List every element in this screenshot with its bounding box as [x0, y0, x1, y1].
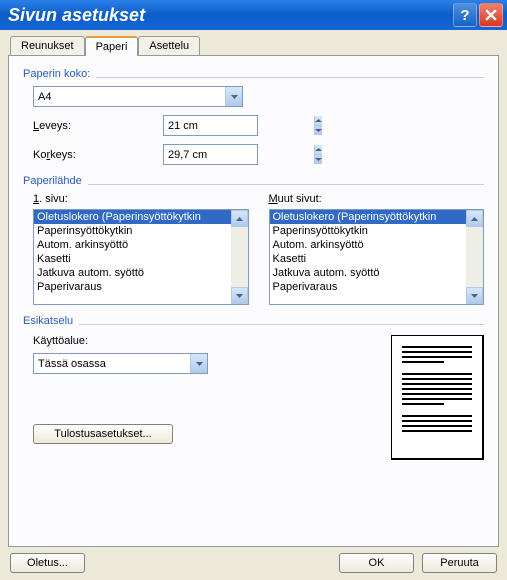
width-spin-up[interactable] — [315, 116, 322, 126]
help-icon: ? — [460, 7, 469, 24]
first-page-listbox[interactable]: Oletuslokero (PaperinsyöttökytkinPaperin… — [33, 209, 249, 305]
scroll-up-icon[interactable] — [231, 210, 248, 227]
list-item[interactable]: Paperivaraus — [270, 280, 467, 294]
width-value[interactable] — [164, 120, 314, 132]
tab-paper[interactable]: Paperi — [85, 36, 139, 56]
preview-page-icon — [391, 335, 484, 460]
other-pages-label: Muut sivut:Muut sivut: — [269, 193, 485, 205]
help-button[interactable]: ? — [453, 3, 477, 27]
scroll-down-icon[interactable] — [231, 287, 248, 304]
paper-size-group: Paperin koko: LLeveys:eveys: — [23, 68, 484, 165]
chevron-down-icon[interactable] — [225, 87, 242, 106]
list-item[interactable]: Paperivaraus — [34, 280, 231, 294]
scope-label: Käyttöalue:Käyttöalue: — [33, 335, 371, 347]
scroll-down-icon[interactable] — [466, 287, 483, 304]
list-item[interactable]: Paperinsyöttökytkin — [270, 224, 467, 238]
window-title: Sivun asetukset — [8, 5, 451, 26]
list-item[interactable]: Paperinsyöttökytkin — [34, 224, 231, 238]
titlebar: Sivun asetukset ? — [0, 0, 507, 30]
list-item[interactable]: Oletuslokero (Paperinsyöttökytkin — [270, 210, 467, 224]
paper-source-label: Paperilähde — [23, 175, 82, 187]
tabs: Reunukset Paperi Asettelu — [10, 36, 499, 55]
preview-label: Esikatselu — [23, 315, 73, 327]
scope-combo[interactable] — [33, 353, 208, 374]
close-icon — [485, 9, 497, 21]
ok-button[interactable]: OK — [339, 553, 414, 573]
default-button[interactable]: Oletus... — [10, 553, 85, 573]
close-button[interactable] — [479, 3, 503, 27]
other-pages-listbox[interactable]: Oletuslokero (PaperinsyöttökytkinPaperin… — [269, 209, 485, 305]
height-value[interactable] — [164, 149, 314, 161]
list-item[interactable]: Autom. arkinsyöttö — [270, 238, 467, 252]
width-spin[interactable] — [163, 115, 258, 136]
dialog-buttons: Oletus... OK Peruuta — [10, 553, 497, 573]
height-spin-down[interactable] — [315, 155, 322, 164]
list-item[interactable]: Kasetti — [270, 252, 467, 266]
paper-size-value[interactable] — [34, 91, 225, 103]
paper-size-combo[interactable] — [33, 86, 243, 107]
list-item[interactable]: Kasetti — [34, 252, 231, 266]
preview-group: Esikatselu Käyttöalue:Käyttöalue: Tulost… — [23, 315, 484, 460]
width-spin-down[interactable] — [315, 126, 322, 135]
tab-pane: Paperin koko: LLeveys:eveys: — [8, 55, 499, 547]
tab-layout[interactable]: Asettelu — [138, 36, 200, 55]
scrollbar[interactable] — [231, 210, 248, 304]
list-item[interactable]: Autom. arkinsyöttö — [34, 238, 231, 252]
paper-size-label: Paperin koko: — [23, 68, 90, 80]
first-page-label: 1. sivu:1. sivu: — [33, 193, 249, 205]
scroll-up-icon[interactable] — [466, 210, 483, 227]
tab-margins[interactable]: Reunukset — [10, 36, 85, 55]
list-item[interactable]: Oletuslokero (Paperinsyöttökytkin — [34, 210, 231, 224]
cancel-button[interactable]: Peruuta — [422, 553, 497, 573]
list-item[interactable]: Jatkuva autom. syöttö — [34, 266, 231, 280]
paper-source-group: Paperilähde 1. sivu:1. sivu: Oletusloker… — [23, 175, 484, 305]
height-spin[interactable] — [163, 144, 258, 165]
chevron-down-icon[interactable] — [190, 354, 207, 373]
scrollbar[interactable] — [466, 210, 483, 304]
print-settings-button[interactable]: Tulostusasetukset... — [33, 424, 173, 444]
height-label: Korkeys:Korkeys: — [33, 149, 163, 161]
dialog-body: Reunukset Paperi Asettelu Paperin koko: — [0, 30, 507, 580]
height-spin-up[interactable] — [315, 145, 322, 155]
list-item[interactable]: Jatkuva autom. syöttö — [270, 266, 467, 280]
scope-value[interactable] — [34, 358, 190, 370]
width-label: LLeveys:eveys: — [33, 120, 163, 132]
